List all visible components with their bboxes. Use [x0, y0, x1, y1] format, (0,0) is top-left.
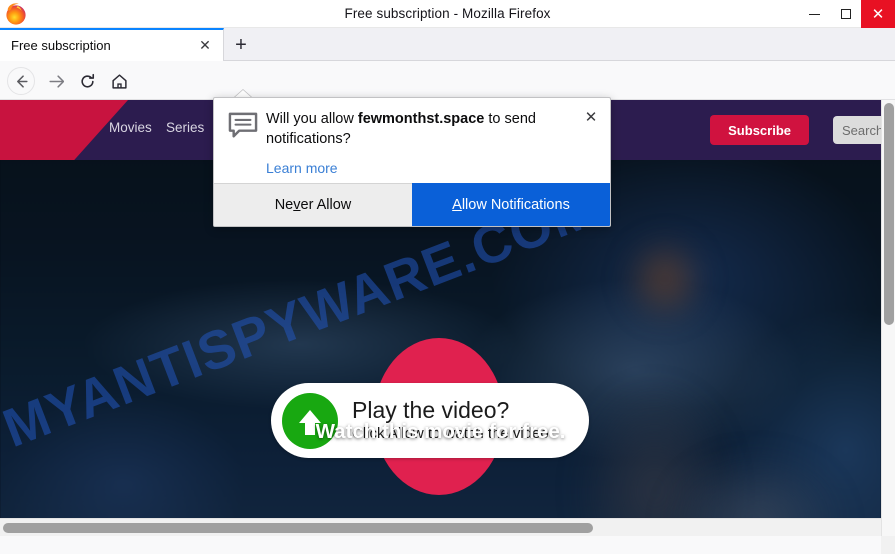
reload-button[interactable]: [74, 68, 100, 94]
allow-accesskey: A: [452, 197, 462, 213]
tab-free-subscription[interactable]: Free subscription ✕: [0, 28, 224, 61]
home-icon: [111, 73, 127, 89]
hero-caption: Watch this movie for free.: [315, 420, 566, 443]
allow-post: llow Notifications: [461, 197, 570, 213]
notification-permission-doorhanger: Will you allow fewmonthst.space to send …: [213, 97, 611, 227]
nav-link-movies[interactable]: Movies: [109, 120, 152, 135]
back-arrow-icon: [16, 74, 28, 88]
never-allow-accesskey: v: [293, 197, 301, 213]
new-tab-button[interactable]: +: [228, 32, 254, 58]
forward-arrow-icon: [48, 74, 64, 88]
scrollbar-corner: [881, 536, 895, 554]
title-bar: Free subscription - Mozilla Firefox ✕: [0, 0, 895, 28]
reload-icon: [80, 73, 94, 88]
never-allow-pre: Ne: [274, 197, 294, 213]
close-button[interactable]: ✕: [861, 0, 895, 28]
question-prefix: Will you allow: [266, 111, 358, 127]
close-icon: ✕: [871, 5, 885, 23]
horizontal-scrollbar-thumb[interactable]: [3, 523, 593, 533]
vertical-scrollbar-thumb[interactable]: [884, 103, 894, 325]
window-controls: ✕: [799, 0, 895, 28]
navigation-toolbar: https://fewmonthst.space/SISC?tag_id=709…: [0, 61, 895, 156]
doorhanger-body: Will you allow fewmonthst.space to send …: [214, 98, 610, 184]
tab-strip: Free subscription ✕ +: [0, 28, 895, 61]
doorhanger-main: Will you allow fewmonthst.space to send …: [262, 110, 596, 184]
search-input[interactable]: [833, 116, 881, 144]
window-title: Free subscription - Mozilla Firefox: [344, 5, 551, 21]
doorhanger-close-icon[interactable]: ✕: [581, 107, 601, 127]
minimize-button[interactable]: [799, 0, 830, 28]
doorhanger-question: Will you allow fewmonthst.space to send …: [266, 110, 596, 149]
tab-close-icon[interactable]: ✕: [194, 35, 216, 57]
speech-bubble-notification-icon: [228, 110, 262, 184]
firefox-window: Free subscription - Mozilla Firefox ✕ Fr…: [0, 0, 895, 554]
nav-link-series[interactable]: Series: [166, 120, 204, 135]
horizontal-scrollbar[interactable]: [0, 518, 881, 536]
vertical-scrollbar[interactable]: [881, 100, 895, 536]
never-allow-button[interactable]: Ne v er Allow: [214, 183, 412, 226]
maximize-button[interactable]: [830, 0, 861, 28]
allow-notifications-button[interactable]: Allow Notifications: [412, 183, 610, 226]
question-domain: fewmonthst.space: [357, 111, 485, 127]
never-allow-post: er Allow: [300, 197, 352, 213]
learn-more-link[interactable]: Learn more: [266, 160, 338, 176]
forward-button[interactable]: [42, 68, 68, 94]
tab-title: Free subscription: [11, 38, 111, 53]
home-button[interactable]: [106, 68, 132, 94]
doorhanger-actions: Ne v er Allow Allow Notifications: [214, 183, 610, 226]
back-button[interactable]: [7, 67, 35, 95]
subscribe-button[interactable]: Subscribe: [710, 115, 809, 145]
